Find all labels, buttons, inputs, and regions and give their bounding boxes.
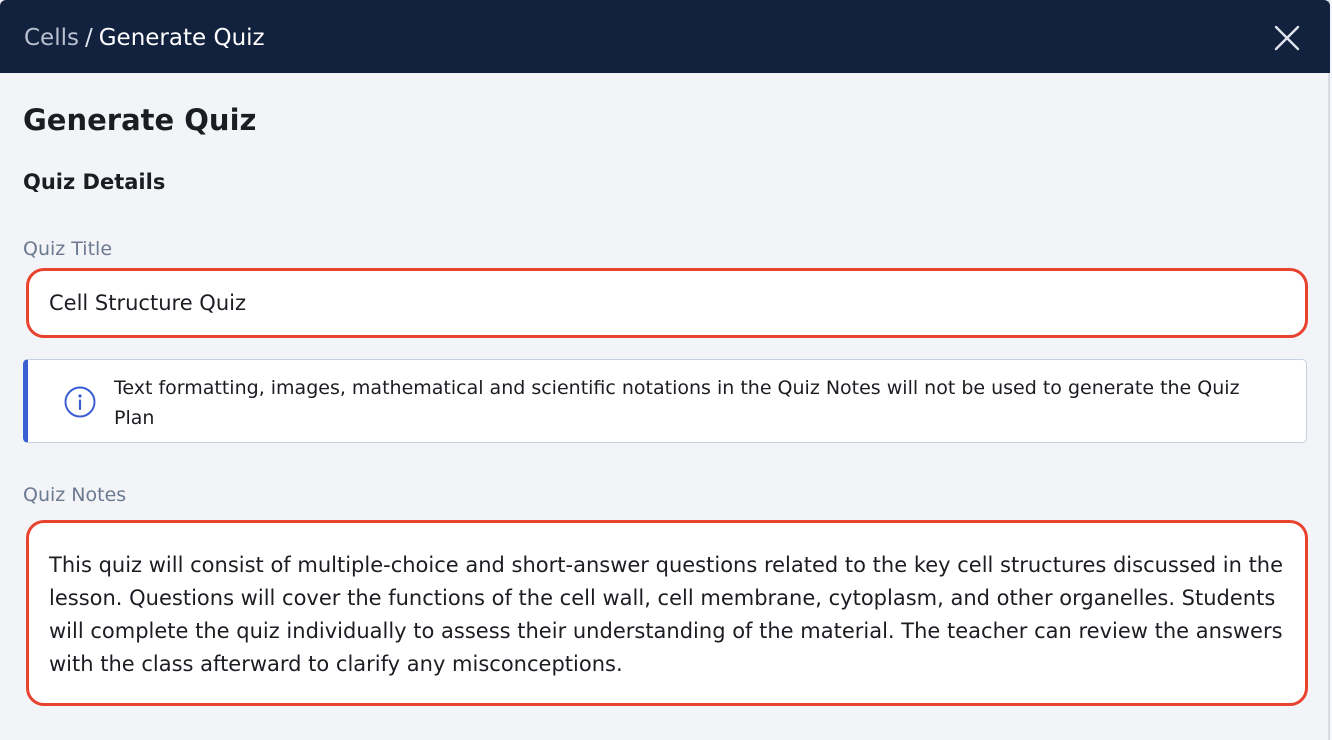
breadcrumb: Cells / Generate Quiz bbox=[24, 23, 265, 53]
quiz-notes-textarea[interactable]: This quiz will consist of multiple-choic… bbox=[26, 520, 1308, 706]
quiz-title-label: Quiz Title bbox=[23, 238, 113, 260]
breadcrumb-separator: / bbox=[84, 25, 93, 51]
info-notice: Text formatting, images, mathematical an… bbox=[23, 359, 1307, 443]
info-icon bbox=[64, 386, 96, 418]
close-button[interactable] bbox=[1274, 25, 1300, 51]
modal-header: Cells / Generate Quiz bbox=[0, 0, 1330, 73]
close-icon bbox=[1274, 25, 1300, 51]
section-title-quiz-details: Quiz Details bbox=[23, 170, 166, 194]
quiz-title-input[interactable] bbox=[26, 268, 1308, 338]
breadcrumb-cells-link[interactable]: Cells bbox=[24, 25, 79, 51]
quiz-notes-label: Quiz Notes bbox=[23, 484, 127, 506]
page-title: Generate Quiz bbox=[23, 103, 257, 137]
generate-quiz-modal: Cells / Generate Quiz Generate Quiz Quiz D… bbox=[0, 0, 1330, 740]
info-text: Text formatting, images, mathematical an… bbox=[114, 377, 1240, 429]
breadcrumb-current: Generate Quiz bbox=[98, 25, 265, 51]
